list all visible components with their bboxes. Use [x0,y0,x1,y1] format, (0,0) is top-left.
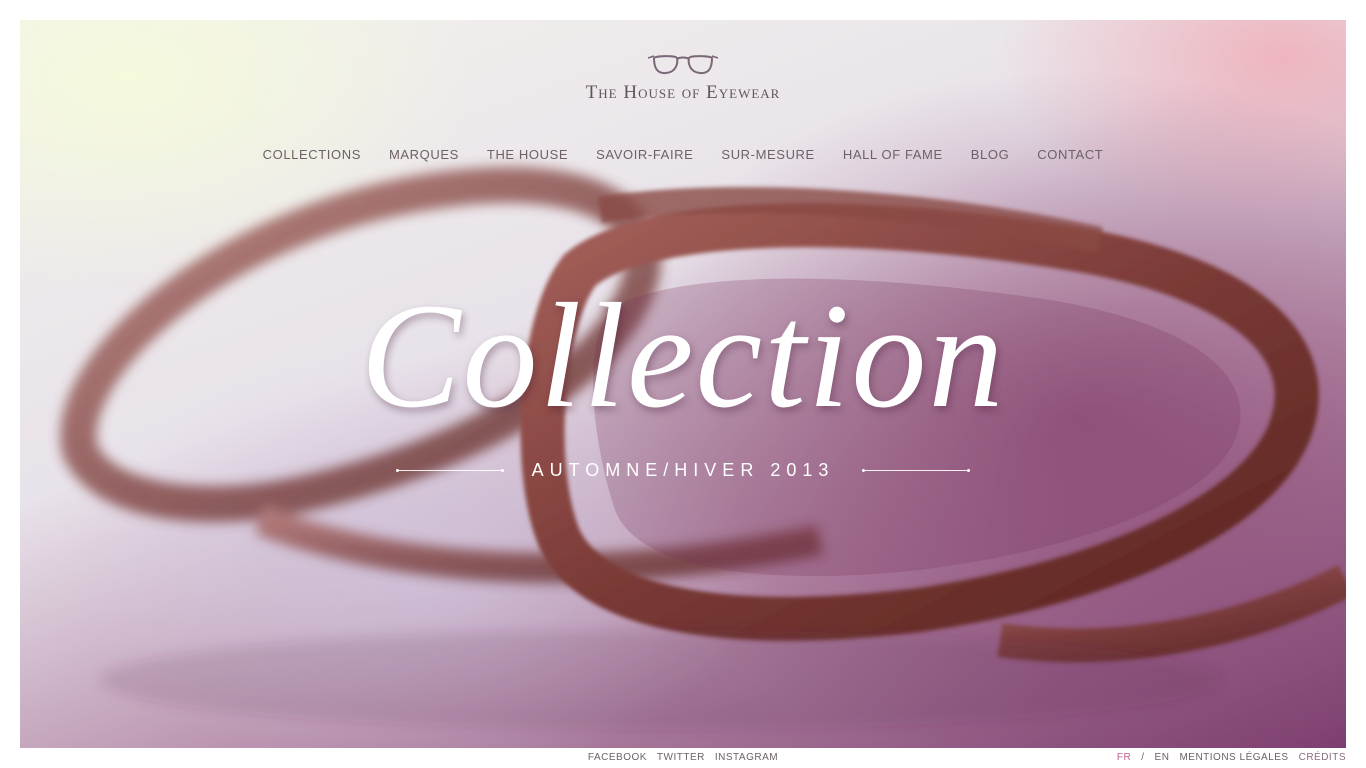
facebook-link[interactable]: FACEBOOK [588,752,647,763]
brand-name: The House of Eyewear [585,82,781,103]
lang-en-link[interactable]: EN [1155,752,1170,763]
nav-item-contact[interactable]: CONTACT [1037,147,1103,162]
lang-fr-link[interactable]: FR [1117,752,1131,763]
glasses-icon [647,55,719,75]
main-nav: COLLECTIONS MARQUES THE HOUSE SAVOIR-FAI… [20,147,1346,162]
footer-links: FR / EN MENTIONS LÉGALES CRÉDITS [1117,752,1346,763]
nav-item-blog[interactable]: BLOG [971,147,1010,162]
lang-separator: / [1141,752,1145,763]
nav-item-hall-of-fame[interactable]: HALL OF FAME [843,147,943,162]
hero-headline: Collection [360,273,1006,439]
brand[interactable]: The House of Eyewear [20,52,1346,104]
nav-item-the-house[interactable]: THE HOUSE [487,147,568,162]
divider-left [395,469,504,472]
divider-right [862,469,971,472]
nav-item-sur-mesure[interactable]: SUR-MESURE [721,147,814,162]
nav-item-marques[interactable]: MARQUES [389,147,459,162]
legal-link[interactable]: MENTIONS LÉGALES [1179,752,1288,763]
nav-item-savoir-faire[interactable]: SAVOIR-FAIRE [596,147,693,162]
credits-link[interactable]: CRÉDITS [1299,752,1346,763]
nav-item-collections[interactable]: COLLECTIONS [263,147,361,162]
instagram-link[interactable]: INSTAGRAM [715,752,778,763]
hero-banner: The House of Eyewear COLLECTIONS MARQUES… [20,20,1346,748]
hero-subline: AUTOMNE/HIVER 2013 [20,460,1346,481]
twitter-link[interactable]: TWITTER [657,752,705,763]
hero-subtitle: AUTOMNE/HIVER 2013 [531,460,835,480]
